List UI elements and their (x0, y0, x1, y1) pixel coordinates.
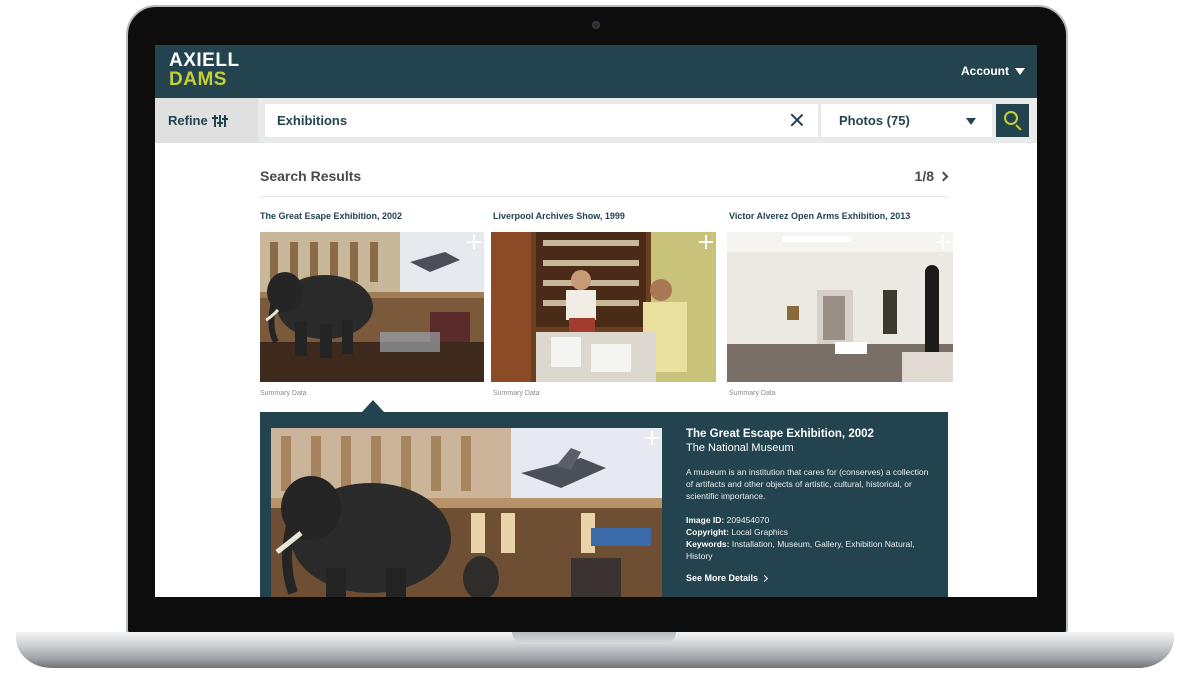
image-id-label: Image ID: (686, 515, 725, 525)
search-field (265, 104, 818, 137)
see-more-details-link[interactable]: See More Details (686, 573, 936, 583)
refine-label: Refine (168, 113, 208, 128)
close-icon[interactable] (790, 113, 804, 127)
chevron-right-icon (760, 574, 769, 582)
result-thumbnail-3[interactable] (727, 232, 953, 382)
detail-pointer (362, 400, 384, 412)
laptop-notch (512, 632, 676, 644)
media-type-selected: Photos (75) (839, 113, 910, 128)
detail-panel: The Great Escape Exhibition, 2002 The Na… (260, 412, 948, 597)
plus-icon[interactable] (467, 235, 481, 249)
copyright-value: Local Graphics (731, 527, 789, 537)
page-indicator: 1/8 (914, 168, 934, 184)
chevron-down-icon (1015, 67, 1025, 75)
app-screen: AXIELL DAMS Account Refine Photos (75) (155, 45, 1037, 597)
plus-icon[interactable] (699, 235, 713, 249)
chevron-down-icon (966, 118, 976, 125)
result-summary-3: Summary Data (729, 390, 776, 397)
account-menu[interactable]: Account (961, 64, 1025, 78)
search-icon (1004, 111, 1018, 125)
detail-image[interactable] (271, 428, 662, 597)
laptop-mockup: AXIELL DAMS Account Refine Photos (75) (0, 0, 1189, 674)
search-icon-handle (1015, 124, 1022, 131)
brand-line-2: DAMS (169, 69, 227, 90)
pagination-next[interactable]: 1/8 (914, 168, 949, 184)
account-label: Account (961, 64, 1009, 78)
results-title: Search Results (260, 168, 362, 184)
keywords-label: Keywords: (686, 539, 730, 549)
chevron-right-icon (938, 171, 949, 181)
plus-icon[interactable] (936, 235, 950, 249)
webcam (592, 21, 600, 29)
result-title-1[interactable]: The Great Esape Exhibition, 2002 (260, 211, 402, 221)
brand-logo[interactable]: AXIELL DAMS (169, 51, 240, 89)
divider (260, 196, 948, 197)
result-title-3[interactable]: Victor Alverez Open Arms Exhibition, 201… (729, 211, 910, 221)
result-thumbnail-2[interactable] (491, 232, 716, 382)
result-summary-2: Summary Data (493, 390, 540, 397)
media-type-select[interactable]: Photos (75) (820, 104, 992, 137)
refine-button[interactable]: Refine (155, 98, 258, 143)
copyright-label: Copyright: (686, 527, 729, 537)
plus-icon[interactable] (645, 431, 659, 445)
see-more-label: See More Details (686, 573, 759, 583)
detail-title: The Great Escape Exhibition, 2002 (686, 428, 874, 440)
detail-description: A museum is an institution that cares fo… (686, 467, 929, 501)
search-input[interactable] (265, 104, 785, 137)
search-bar: Refine Photos (75) (155, 98, 1037, 143)
brand-line-1: AXIELL (169, 50, 240, 71)
detail-info: The Great Escape Exhibition, 2002 The Na… (686, 428, 936, 583)
result-thumbnail-1[interactable] (260, 232, 484, 382)
image-id-value: 209454070 (726, 515, 770, 525)
sliders-icon (211, 114, 228, 128)
top-navbar: AXIELL DAMS Account (155, 45, 1037, 98)
result-title-2[interactable]: Liverpool Archives Show, 1999 (493, 211, 625, 221)
detail-subtitle: The National Museum (686, 442, 794, 454)
search-button[interactable] (996, 104, 1029, 137)
detail-metadata: Image ID: 209454070 Copyright: Local Gra… (686, 514, 936, 562)
result-summary-1: Summary Data (260, 390, 307, 397)
